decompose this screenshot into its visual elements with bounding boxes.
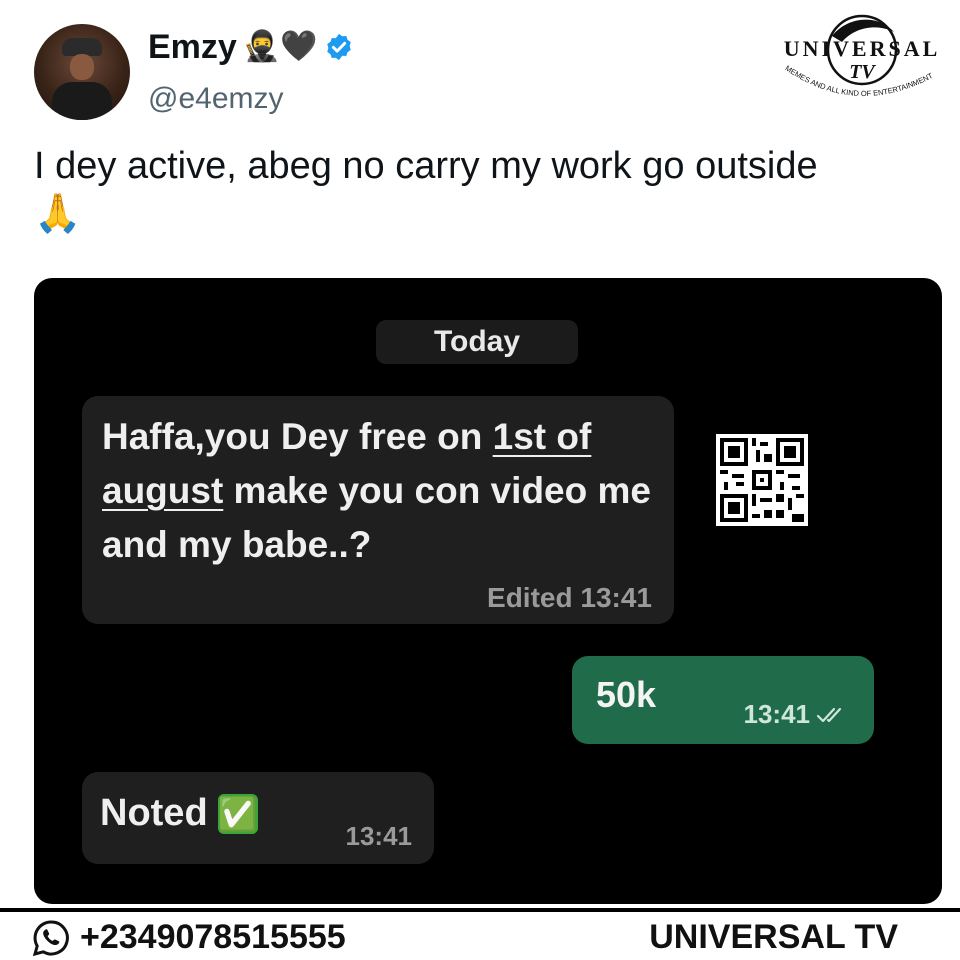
message-text: Noted ✅ (100, 792, 258, 835)
tweet-emoji: 🙏 (34, 193, 82, 235)
author-name-row: Emzy 🥷🖤 (148, 26, 354, 68)
qr-code-icon[interactable] (716, 434, 808, 526)
double-check-icon (816, 707, 842, 722)
phone-number[interactable]: +2349078515555 (80, 918, 346, 957)
incoming-message-bubble[interactable]: Haffa,you Dey free on 1st of august make… (82, 396, 674, 624)
whatsapp-icon (32, 919, 69, 956)
name-emojis: 🥷🖤 (242, 30, 318, 63)
author-handle[interactable]: @e4emzy (148, 82, 284, 116)
footer: +2349078515555 UNIVERSAL TV (0, 912, 960, 960)
incoming-message-bubble[interactable]: Noted ✅ 13:41 (82, 772, 434, 864)
footer-brand: UNIVERSAL TV (649, 918, 898, 956)
message-meta: 13:41 (744, 699, 851, 730)
logo-monogram: TV (849, 61, 876, 83)
tweet-text: I dey active, abeg no carry my work go o… (34, 142, 934, 238)
contact-phone[interactable]: +2349078515555 (32, 918, 346, 957)
author-avatar[interactable] (34, 24, 130, 120)
edited-label: Edited (487, 582, 573, 613)
message-text-part: Haffa,you Dey free on (102, 416, 493, 457)
logo-title: UNIVERSAL (784, 36, 941, 61)
message-text-label: Noted (100, 792, 208, 834)
message-meta: Edited 13:41 (487, 582, 652, 614)
author-name[interactable]: Emzy (148, 28, 237, 67)
message-text: 50k (596, 674, 657, 715)
universal-tv-logo: UNIVERSAL TV MEMES AND ALL KIND OF ENTER… (784, 14, 941, 98)
outgoing-message-bubble[interactable]: 50k 13:41 (572, 656, 874, 744)
date-separator: Today (376, 320, 578, 364)
verified-badge-icon (326, 33, 351, 61)
message-text: Haffa,you Dey free on 1st of august make… (102, 410, 662, 572)
chat-screenshot: Today Haffa,you Dey free on 1st of augus… (34, 278, 942, 904)
message-time: 13:41 (345, 821, 413, 851)
tweet-text-line: I dey active, abeg no carry my work go o… (34, 145, 818, 187)
message-time: 13:41 (580, 582, 652, 613)
message-time: 13:41 (743, 699, 811, 729)
check-mark-emoji: ✅ (217, 793, 258, 834)
